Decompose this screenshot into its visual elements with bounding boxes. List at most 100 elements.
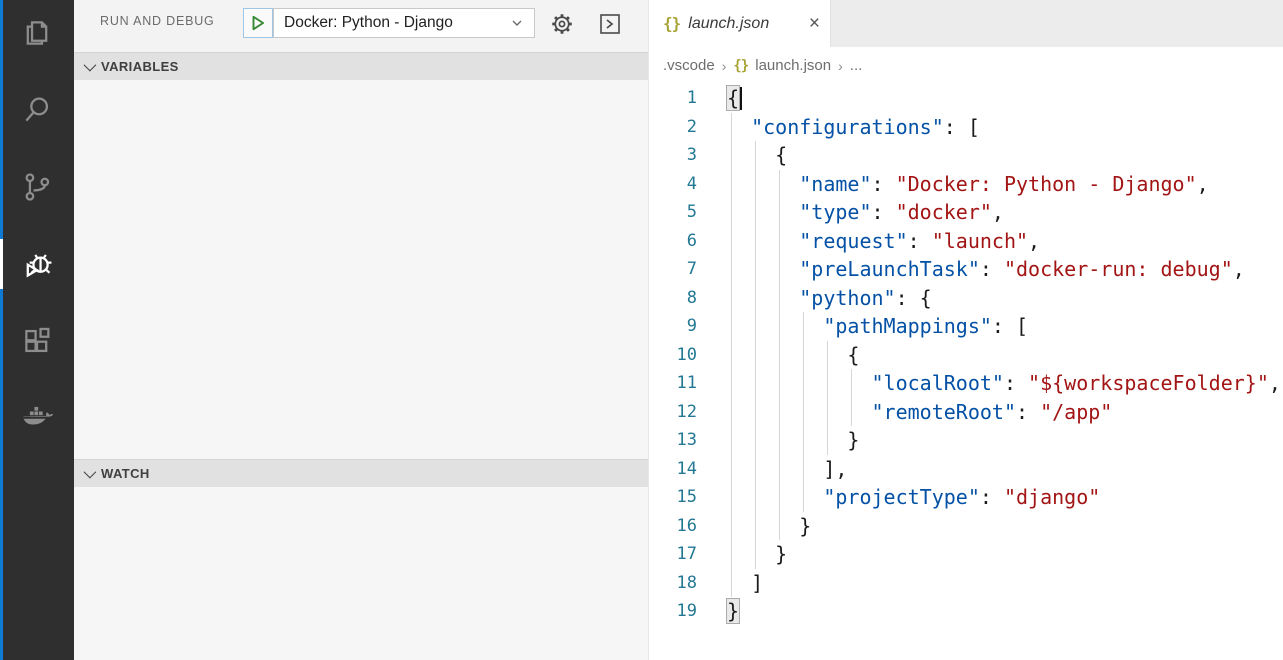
activity-item-run-and-debug[interactable] <box>0 231 74 297</box>
json-string: "launch" <box>932 229 1028 253</box>
json-key: "preLaunchTask" <box>799 257 980 281</box>
code-line[interactable]: 13 } <box>649 426 1283 455</box>
breadcrumb-item[interactable]: ... <box>850 57 863 74</box>
line-number[interactable]: 18 <box>649 573 697 593</box>
json-punctuation <box>727 229 799 253</box>
line-number[interactable]: 7 <box>649 259 697 279</box>
chevron-down-icon <box>84 59 97 72</box>
line-number[interactable]: 2 <box>649 117 697 137</box>
indent-guide <box>731 426 732 455</box>
activity-item-search[interactable] <box>0 77 74 143</box>
code-line[interactable]: 19} <box>649 597 1283 626</box>
json-punctuation <box>727 485 823 509</box>
code-line[interactable]: 5 "type": "docker", <box>649 198 1283 227</box>
code-line[interactable]: 15 "projectType": "django" <box>649 483 1283 512</box>
indent-guide <box>779 170 780 199</box>
indent-guide <box>755 483 756 512</box>
code-line[interactable]: 8 "python": { <box>649 284 1283 313</box>
launch-configuration-select[interactable]: Docker: Python - Django <box>273 8 535 38</box>
breadcrumb-item[interactable]: launch.json <box>755 57 831 74</box>
line-number[interactable]: 16 <box>649 516 697 536</box>
start-debugging-button[interactable] <box>243 8 273 38</box>
matched-bracket: { <box>727 86 739 110</box>
breadcrumb-item[interactable]: .vscode <box>663 57 715 74</box>
code-line[interactable]: 1{ <box>649 84 1283 113</box>
code-line-content: } <box>727 512 1283 541</box>
close-icon[interactable]: × <box>809 14 820 33</box>
code-line[interactable]: 14 ], <box>649 455 1283 484</box>
watch-section-header[interactable]: WATCH <box>74 459 648 487</box>
activity-item-docker[interactable] <box>0 385 74 451</box>
code-line[interactable]: 9 "pathMappings": [ <box>649 312 1283 341</box>
line-number[interactable]: 10 <box>649 345 697 365</box>
json-key: "projectType" <box>823 485 980 509</box>
variables-section-header[interactable]: VARIABLES <box>74 52 648 80</box>
code-line[interactable]: 18 ] <box>649 569 1283 598</box>
json-key: "name" <box>799 172 871 196</box>
code-line[interactable]: 7 "preLaunchTask": "docker-run: debug", <box>649 255 1283 284</box>
code-editor[interactable]: 1{2 "configurations": [3 {4 "name": "Doc… <box>649 84 1283 660</box>
code-line-content: { <box>727 84 1283 113</box>
run-and-debug-sidebar: RUN AND DEBUG Docker: Python - Django <box>74 0 648 660</box>
indent-guide <box>779 369 780 398</box>
activity-item-source-control[interactable] <box>0 154 74 220</box>
indent-guide <box>779 255 780 284</box>
indent-guide <box>779 227 780 256</box>
activity-bar <box>0 0 74 660</box>
json-punctuation: , <box>1028 229 1040 253</box>
indent-guide <box>731 255 732 284</box>
extensions-icon <box>20 324 54 358</box>
activity-item-explorer[interactable] <box>0 0 74 66</box>
line-number[interactable]: 4 <box>649 174 697 194</box>
line-number[interactable]: 1 <box>649 88 697 108</box>
activity-item-extensions[interactable] <box>0 308 74 374</box>
line-number[interactable]: 14 <box>649 459 697 479</box>
indent-guide <box>731 398 732 427</box>
json-key: "remoteRoot" <box>872 400 1017 424</box>
vscode-window: RUN AND DEBUG Docker: Python - Django <box>0 0 1283 660</box>
indent-guide <box>803 426 804 455</box>
line-number[interactable]: 15 <box>649 487 697 507</box>
line-number[interactable]: 13 <box>649 430 697 450</box>
tab-launch-json[interactable]: {} launch.json × <box>649 0 831 47</box>
debug-console-button[interactable] <box>596 10 624 38</box>
line-number[interactable]: 11 <box>649 373 697 393</box>
code-line[interactable]: 11 "localRoot": "${workspaceFolder}", <box>649 369 1283 398</box>
section-label: WATCH <box>101 466 150 481</box>
line-number[interactable]: 8 <box>649 288 697 308</box>
line-number[interactable]: 17 <box>649 544 697 564</box>
json-string: "/app" <box>1040 400 1112 424</box>
code-line[interactable]: 17 } <box>649 540 1283 569</box>
json-key: "pathMappings" <box>823 314 992 338</box>
code-line-content: "pathMappings": [ <box>727 312 1283 341</box>
open-launch-json-button[interactable] <box>548 10 576 38</box>
code-line[interactable]: 12 "remoteRoot": "/app" <box>649 398 1283 427</box>
line-number[interactable]: 5 <box>649 202 697 222</box>
indent-guide <box>827 398 828 427</box>
line-number[interactable]: 12 <box>649 402 697 422</box>
indent-guide <box>779 341 780 370</box>
json-punctuation <box>727 200 799 224</box>
code-line[interactable]: 3 { <box>649 141 1283 170</box>
line-number[interactable]: 19 <box>649 601 697 621</box>
line-number[interactable]: 6 <box>649 231 697 251</box>
breadcrumb-separator-icon: › <box>722 58 727 74</box>
line-number[interactable]: 9 <box>649 316 697 336</box>
indent-guide <box>755 227 756 256</box>
indent-guide <box>803 455 804 484</box>
text-cursor <box>740 87 742 110</box>
json-punctuation: } <box>727 514 811 538</box>
indent-guide <box>731 341 732 370</box>
matched-bracket: } <box>727 599 739 623</box>
code-line[interactable]: 10 { <box>649 341 1283 370</box>
line-number[interactable]: 3 <box>649 145 697 165</box>
code-line[interactable]: 2 "configurations": [ <box>649 113 1283 142</box>
code-line-content: "name": "Docker: Python - Django", <box>727 170 1283 199</box>
code-line-content: "python": { <box>727 284 1283 313</box>
json-punctuation: ], <box>727 457 847 481</box>
docker-whale-icon <box>20 401 54 435</box>
code-line[interactable]: 4 "name": "Docker: Python - Django", <box>649 170 1283 199</box>
indent-guide <box>779 455 780 484</box>
code-line[interactable]: 6 "request": "launch", <box>649 227 1283 256</box>
code-line[interactable]: 16 } <box>649 512 1283 541</box>
